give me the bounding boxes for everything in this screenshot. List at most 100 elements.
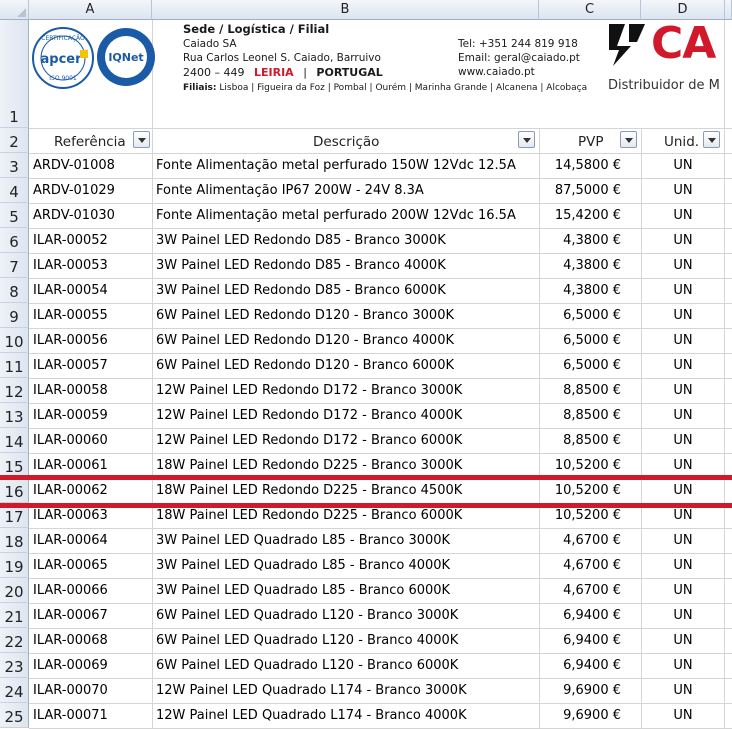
column-header-a[interactable]: A	[29, 0, 152, 20]
cell-unid[interactable]: UN	[643, 658, 723, 673]
cell-unid[interactable]: UN	[643, 158, 723, 173]
cell-descricao[interactable]: 18W Painel LED Redondo D225 - Branco 300…	[156, 458, 537, 473]
cell-pvp[interactable]: 10,5200 €	[541, 483, 621, 498]
cell-referencia[interactable]: ILAR-00061	[33, 458, 150, 473]
cell-unid[interactable]: UN	[643, 283, 723, 298]
row-header[interactable]: 6	[0, 228, 29, 253]
row-header[interactable]: 7	[0, 253, 29, 278]
cell-descricao[interactable]: 18W Painel LED Redondo D225 - Branco 450…	[156, 483, 537, 498]
cell-descricao[interactable]: 3W Painel LED Redondo D85 - Branco 3000K	[156, 233, 537, 248]
cell-unid[interactable]: UN	[643, 458, 723, 473]
cell-descricao[interactable]: 3W Painel LED Quadrado L85 - Branco 6000…	[156, 583, 537, 598]
cell-referencia[interactable]: ARDV-01030	[33, 208, 150, 223]
cell-pvp[interactable]: 4,6700 €	[541, 558, 621, 573]
row-header[interactable]: 22	[0, 628, 29, 653]
row-header[interactable]: 8	[0, 278, 29, 303]
row-header[interactable]: 14	[0, 428, 29, 453]
cell-unid[interactable]: UN	[643, 208, 723, 223]
cell-pvp[interactable]: 10,5200 €	[541, 458, 621, 473]
cell-unid[interactable]: UN	[643, 258, 723, 273]
cell-referencia[interactable]: ILAR-00058	[33, 383, 150, 398]
cell-unid[interactable]: UN	[643, 308, 723, 323]
cell-referencia[interactable]: ILAR-00065	[33, 558, 150, 573]
cell-unid[interactable]: UN	[643, 683, 723, 698]
cell-unid[interactable]: UN	[643, 608, 723, 623]
row-header[interactable]: 23	[0, 653, 29, 678]
cell-descricao[interactable]: 6W Painel LED Redondo D120 - Branco 4000…	[156, 333, 537, 348]
cell-referencia[interactable]: ILAR-00055	[33, 308, 150, 323]
cell-referencia[interactable]: ILAR-00066	[33, 583, 150, 598]
cell-referencia[interactable]: ILAR-00056	[33, 333, 150, 348]
row-header[interactable]: 4	[0, 178, 29, 203]
cell-descricao[interactable]: Fonte Alimentação IP67 200W - 24V 8.3A	[156, 183, 537, 198]
cell-unid[interactable]: UN	[643, 583, 723, 598]
cell-pvp[interactable]: 15,4200 €	[541, 208, 621, 223]
cell-descricao[interactable]: 3W Painel LED Redondo D85 - Branco 4000K	[156, 258, 537, 273]
cell-descricao[interactable]: 6W Painel LED Quadrado L120 - Branco 400…	[156, 633, 537, 648]
cell-descricao[interactable]: 3W Painel LED Redondo D85 - Branco 6000K	[156, 283, 537, 298]
cell-referencia[interactable]: ILAR-00068	[33, 633, 150, 648]
row-header[interactable]: 13	[0, 403, 29, 428]
cell-unid[interactable]: UN	[643, 558, 723, 573]
cell-descricao[interactable]: 12W Painel LED Redondo D172 - Branco 400…	[156, 408, 537, 423]
cell-referencia[interactable]: ILAR-00054	[33, 283, 150, 298]
cell-descricao[interactable]: 18W Painel LED Redondo D225 - Branco 600…	[156, 508, 537, 523]
cell-descricao[interactable]: Fonte Alimentação metal perfurado 200W 1…	[156, 208, 537, 223]
cell-referencia[interactable]: ILAR-00052	[33, 233, 150, 248]
row-header[interactable]: 20	[0, 578, 29, 603]
cell-descricao[interactable]: 6W Painel LED Quadrado L120 - Branco 600…	[156, 658, 537, 673]
filter-dropdown-icon[interactable]	[518, 131, 535, 148]
cell-pvp[interactable]: 4,6700 €	[541, 533, 621, 548]
cell-unid[interactable]: UN	[643, 708, 723, 723]
cell-referencia[interactable]: ILAR-00067	[33, 608, 150, 623]
cell-referencia[interactable]: ILAR-00063	[33, 508, 150, 523]
cell-unid[interactable]: UN	[643, 333, 723, 348]
column-header-e[interactable]	[725, 0, 732, 20]
row-header[interactable]: 21	[0, 603, 29, 628]
cell-pvp[interactable]: 9,6900 €	[541, 683, 621, 698]
cell-unid[interactable]: UN	[643, 183, 723, 198]
row-header[interactable]: 12	[0, 378, 29, 403]
column-header-c[interactable]: C	[539, 0, 641, 20]
cell-unid[interactable]: UN	[643, 383, 723, 398]
cell-unid[interactable]: UN	[643, 433, 723, 448]
cell-unid[interactable]: UN	[643, 483, 723, 498]
cell-pvp[interactable]: 6,5000 €	[541, 333, 621, 348]
cell-pvp[interactable]: 6,9400 €	[541, 658, 621, 673]
row-header[interactable]: 24	[0, 678, 29, 703]
row-header[interactable]: 10	[0, 328, 29, 353]
cell-descricao[interactable]: 12W Painel LED Quadrado L174 - Branco 30…	[156, 683, 537, 698]
row-header[interactable]: 18	[0, 528, 29, 553]
cell-pvp[interactable]: 6,5000 €	[541, 308, 621, 323]
cell-descricao[interactable]: 12W Painel LED Quadrado L174 - Branco 40…	[156, 708, 537, 723]
row-header[interactable]: 11	[0, 353, 29, 378]
row-header[interactable]: 5	[0, 203, 29, 228]
cell-descricao[interactable]: 12W Painel LED Redondo D172 - Branco 300…	[156, 383, 537, 398]
cell-pvp[interactable]: 8,8500 €	[541, 383, 621, 398]
cell-pvp[interactable]: 14,5800 €	[541, 158, 621, 173]
row-header[interactable]: 9	[0, 303, 29, 328]
select-all-corner[interactable]	[0, 0, 29, 20]
cell-unid[interactable]: UN	[643, 533, 723, 548]
cell-descricao[interactable]: 12W Painel LED Redondo D172 - Branco 600…	[156, 433, 537, 448]
cell-pvp[interactable]: 8,8500 €	[541, 433, 621, 448]
cell-unid[interactable]: UN	[643, 408, 723, 423]
cell-pvp[interactable]: 9,6900 €	[541, 708, 621, 723]
cell-referencia[interactable]: ILAR-00057	[33, 358, 150, 373]
cell-referencia[interactable]: ILAR-00060	[33, 433, 150, 448]
filter-dropdown-icon[interactable]	[620, 131, 637, 148]
row-header[interactable]: 2	[0, 128, 29, 153]
cell-pvp[interactable]: 4,6700 €	[541, 583, 621, 598]
cell-descricao[interactable]: 6W Painel LED Quadrado L120 - Branco 300…	[156, 608, 537, 623]
row-header[interactable]: 25	[0, 703, 29, 728]
cell-descricao[interactable]: 3W Painel LED Quadrado L85 - Branco 3000…	[156, 533, 537, 548]
cell-referencia[interactable]: ILAR-00062	[33, 483, 150, 498]
cell-referencia[interactable]: ILAR-00071	[33, 708, 150, 723]
cell-referencia[interactable]: ILAR-00059	[33, 408, 150, 423]
cell-pvp[interactable]: 6,9400 €	[541, 633, 621, 648]
cell-unid[interactable]: UN	[643, 633, 723, 648]
row-header[interactable]: 3	[0, 153, 29, 178]
cell-pvp[interactable]: 10,5200 €	[541, 508, 621, 523]
cell-referencia[interactable]: ILAR-00070	[33, 683, 150, 698]
cell-pvp[interactable]: 6,9400 €	[541, 608, 621, 623]
